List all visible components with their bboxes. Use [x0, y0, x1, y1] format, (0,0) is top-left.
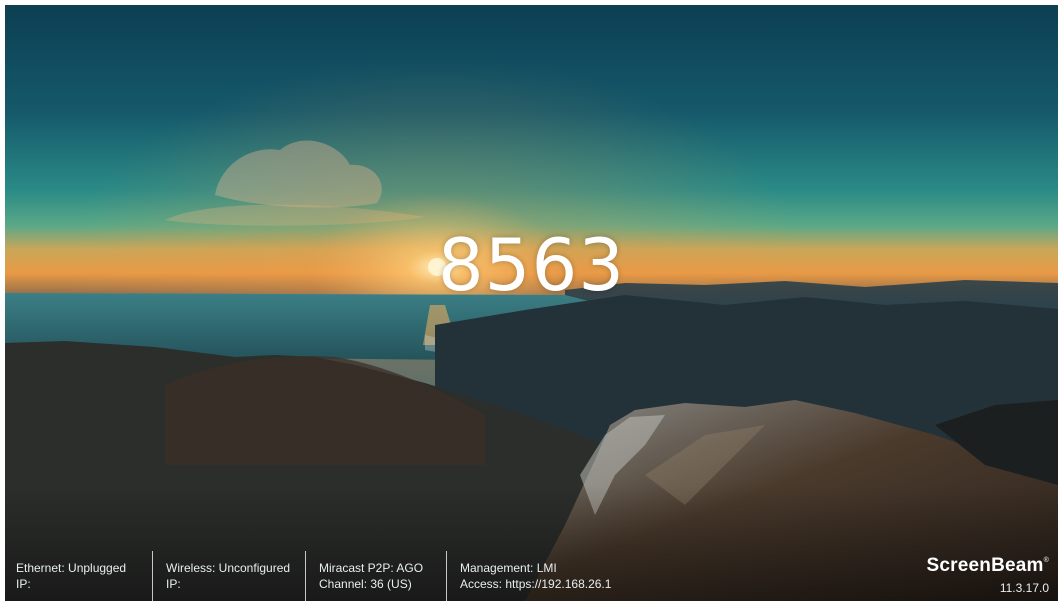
ethernet-status-label: Ethernet: Unplugged	[16, 561, 127, 575]
miracast-p2p-label: Miracast P2P: AGO	[319, 561, 424, 575]
status-divider	[152, 551, 153, 601]
trademark-symbol: ®	[1043, 557, 1049, 564]
ethernet-ip-label: IP:	[16, 577, 31, 591]
management-mode-label: Management: LMI	[460, 561, 557, 575]
firmware-version: 11.3.17.0	[999, 581, 1049, 595]
management-status: Management: LMI Access: https://192.168.…	[460, 560, 611, 592]
brand-name: ScreenBeam	[926, 555, 1044, 576]
ethernet-status: Ethernet: Unplugged IP:	[16, 560, 126, 592]
wireless-ip-label: IP:	[166, 577, 181, 591]
status-divider	[446, 551, 447, 601]
standby-frame: 8563 Ethernet: Unplugged IP: Wireless: U…	[5, 5, 1058, 601]
status-divider	[305, 551, 306, 601]
screenbeam-logo: ScreenBeam®	[927, 555, 1049, 577]
brand-block: ScreenBeam® 11.3.17.0	[927, 555, 1049, 595]
management-access-url: Access: https://192.168.26.1	[460, 577, 612, 591]
pairing-pin-code: 8563	[437, 223, 626, 307]
wireless-status-label: Wireless: Unconfigured	[166, 561, 291, 575]
miracast-channel-label: Channel: 36 (US)	[319, 577, 412, 591]
miracast-status: Miracast P2P: AGO Channel: 36 (US)	[319, 560, 423, 592]
wireless-status: Wireless: Unconfigured IP:	[166, 560, 290, 592]
status-bar: Ethernet: Unplugged IP: Wireless: Unconf…	[5, 541, 1058, 601]
screenbeam-standby-screen: 8563 Ethernet: Unplugged IP: Wireless: U…	[0, 0, 1063, 601]
